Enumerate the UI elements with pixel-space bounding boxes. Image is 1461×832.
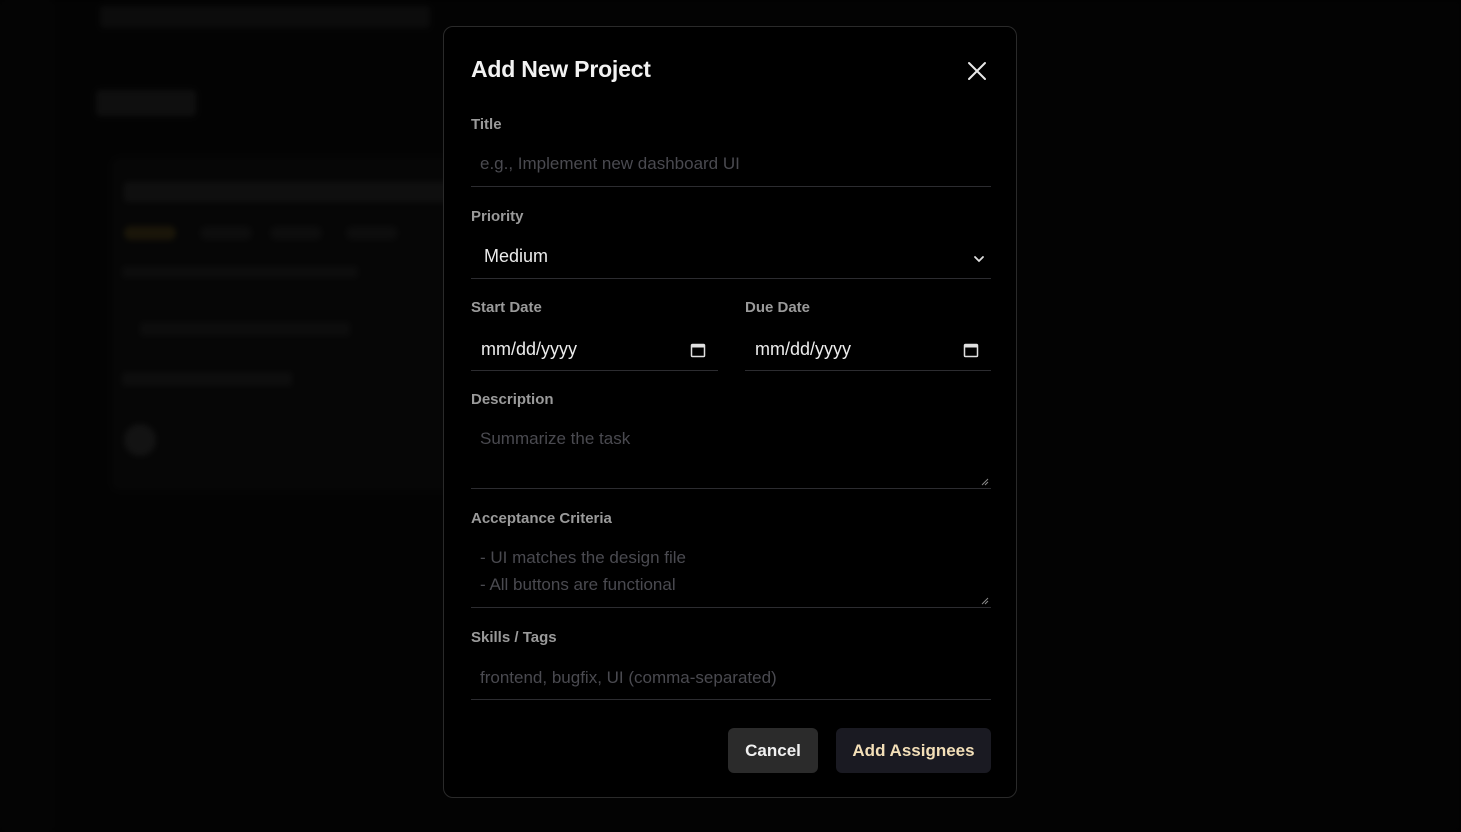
priority-value: Medium <box>484 246 549 266</box>
start-date-label: Start Date <box>471 299 542 316</box>
due-date-input[interactable]: mm/dd/yyyy <box>745 330 991 371</box>
acceptance-criteria-textarea[interactable]: - UI matches the design file - All butto… <box>471 542 991 608</box>
calendar-icon[interactable] <box>690 342 706 358</box>
resize-handle-icon[interactable] <box>981 478 989 486</box>
start-date-input[interactable]: mm/dd/yyyy <box>471 330 718 371</box>
chevron-down-icon <box>974 256 984 263</box>
due-date-label: Due Date <box>745 299 811 316</box>
due-date-value: mm/dd/yyyy <box>755 339 852 359</box>
description-placeholder: Summarize the task <box>480 429 631 448</box>
description-textarea[interactable]: Summarize the task <box>471 423 991 489</box>
criteria-placeholder-line: - UI matches the design file <box>480 548 686 567</box>
skills-placeholder: frontend, bugfix, UI (comma-separated) <box>480 668 777 687</box>
modal-title: Add New Project <box>471 56 651 82</box>
close-button[interactable] <box>965 59 989 83</box>
description-label: Description <box>471 391 554 408</box>
skills-tags-label: Skills / Tags <box>471 629 557 646</box>
priority-label: Priority <box>471 208 524 225</box>
start-date-value: mm/dd/yyyy <box>481 339 578 359</box>
skills-tags-input[interactable]: frontend, bugfix, UI (comma-separated) <box>471 661 991 700</box>
criteria-placeholder-line: - All buttons are functional <box>480 575 676 594</box>
close-icon <box>968 62 986 80</box>
title-input[interactable]: e.g., Implement new dashboard UI <box>471 149 991 187</box>
add-assignees-button[interactable]: Add Assignees <box>836 728 991 773</box>
title-placeholder: e.g., Implement new dashboard UI <box>480 154 740 173</box>
title-label: Title <box>471 116 502 133</box>
add-project-modal: Add New Project Title e.g., Implement ne… <box>443 26 1017 798</box>
resize-handle-icon[interactable] <box>981 597 989 605</box>
priority-select[interactable]: Medium <box>471 239 991 279</box>
calendar-icon[interactable] <box>963 342 979 358</box>
acceptance-criteria-label: Acceptance Criteria <box>471 510 612 527</box>
cancel-button[interactable]: Cancel <box>728 728 818 773</box>
